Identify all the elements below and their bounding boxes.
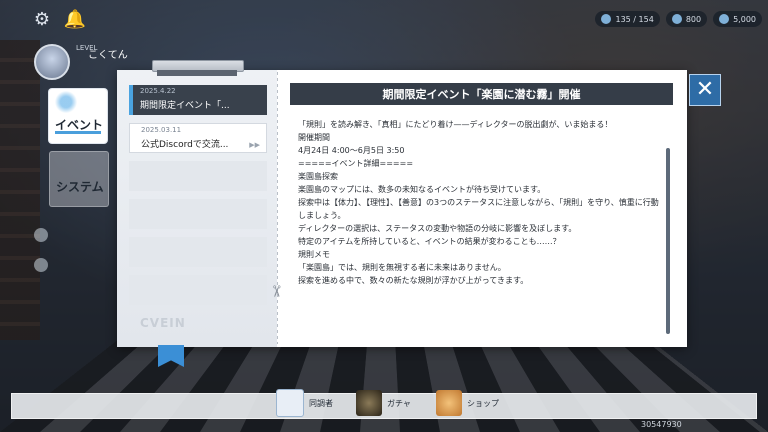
player-name: こくてん — [88, 50, 128, 61]
resource-bar: 135 / 154 800 5,000 — [595, 10, 762, 28]
shop-icon — [436, 390, 462, 416]
tab-system[interactable]: システム — [49, 151, 109, 207]
scrollbar-thumb[interactable] — [666, 148, 670, 334]
gear-icon[interactable]: ⚙ — [31, 8, 53, 30]
article-line: 「規則」を読み解き、「真相」にたどり着け——ディレクターの脱出劇が、いま始まる！ — [298, 120, 613, 129]
news-title: 公式Discordで交流... — [141, 140, 229, 150]
brand-logo: CVEIN — [140, 316, 186, 330]
tab-active-indicator — [55, 131, 101, 134]
nav-gacha-label: ガチャ — [387, 398, 411, 408]
avatar[interactable] — [34, 44, 70, 80]
nav-partner-button[interactable]: 同調者 — [276, 388, 333, 418]
article-line: 規則メモ — [298, 250, 330, 259]
news-date: 2025.03.11 — [141, 126, 182, 134]
article-body[interactable]: 「規則」を読み解き、「真相」にたどり着け——ディレクターの脱出劇が、いま始まる！… — [298, 118, 664, 342]
perforation-divider — [277, 72, 278, 344]
news-date: 2025.4.22 — [140, 87, 176, 95]
crystal-icon — [671, 14, 682, 24]
resource-coin[interactable]: 5,000 — [713, 11, 762, 27]
nav-shop-button[interactable]: ショップ — [436, 388, 499, 418]
double-arrow-icon: ▶▶ — [249, 141, 260, 149]
article-line: 探索中は【体力】、【理性】、【善意】の3つのステータスに注意しながら、「規則」を… — [298, 198, 659, 207]
user-id: 30547930 — [641, 420, 682, 429]
resource-stamina[interactable]: 135 / 154 — [595, 11, 660, 27]
partner-icon — [276, 389, 304, 417]
nav-partner-label: 同調者 — [309, 398, 333, 408]
news-item[interactable]: 2025.4.22 期間限定イベント「... — [129, 85, 267, 115]
nav-gacha-button[interactable]: ガチャ — [356, 388, 411, 418]
news-empty-slot — [129, 275, 267, 305]
coin-icon — [719, 14, 730, 24]
resource-stamina-value: 135 / 154 — [615, 14, 654, 24]
news-empty-slot — [129, 161, 267, 191]
tab-system-label: システム — [56, 180, 104, 194]
stamina-icon — [601, 14, 612, 24]
side-check-icon[interactable] — [34, 228, 48, 242]
news-title: 期間限定イベント「... — [140, 101, 230, 111]
article-line: しましょう。 — [298, 211, 346, 220]
article-line: 探索を進める中で、数々の新たな規則が浮かび上がってきます。 — [298, 276, 529, 285]
resource-crystal[interactable]: 800 — [665, 11, 708, 27]
resource-coin-value: 5,000 — [733, 14, 756, 24]
close-icon: ✕ — [695, 77, 715, 102]
news-empty-slot — [129, 237, 267, 267]
player-info[interactable]: LEVEL こくてん — [34, 44, 128, 80]
clipboard-clip-base — [157, 70, 237, 76]
article-line: 特定のアイテムを所持していると、イベントの結果が変わることも……？ — [298, 237, 561, 246]
side-arrow-icon[interactable] — [34, 258, 48, 272]
article-line: 4月24日 4:00～6月5日 3:50 — [298, 146, 405, 155]
close-button[interactable]: ✕ — [689, 74, 721, 106]
tab-event[interactable]: イベント — [49, 89, 107, 143]
article-line: 楽園島探索 — [298, 172, 338, 181]
article-line: ディレクターの選択は、ステータスの変動や物語の分岐に影響を及ぼします。 — [298, 224, 577, 233]
nav-shop-label: ショップ — [467, 398, 499, 408]
news-item[interactable]: 2025.03.11 公式Discordで交流... ▶▶ — [129, 123, 267, 153]
article-line: 「楽園島」では、規則を無視する者に未来はありません。 — [298, 263, 506, 272]
gacha-icon — [356, 390, 382, 416]
article-line: =====イベント詳細===== — [298, 159, 414, 168]
bell-icon[interactable]: 🔔 — [64, 8, 86, 30]
news-empty-slot — [129, 199, 267, 229]
article-title: 期間限定イベント「楽園に潜む霧」開催 — [290, 83, 673, 105]
scissors-icon: ✂ — [267, 284, 287, 299]
article-line: 楽園島のマップには、数多の未知なるイベントが待ち受けています。 — [298, 185, 546, 194]
resource-crystal-value: 800 — [685, 14, 702, 24]
paint-splash-decoration — [51, 91, 81, 113]
article-line: 開催期間 — [298, 133, 330, 142]
